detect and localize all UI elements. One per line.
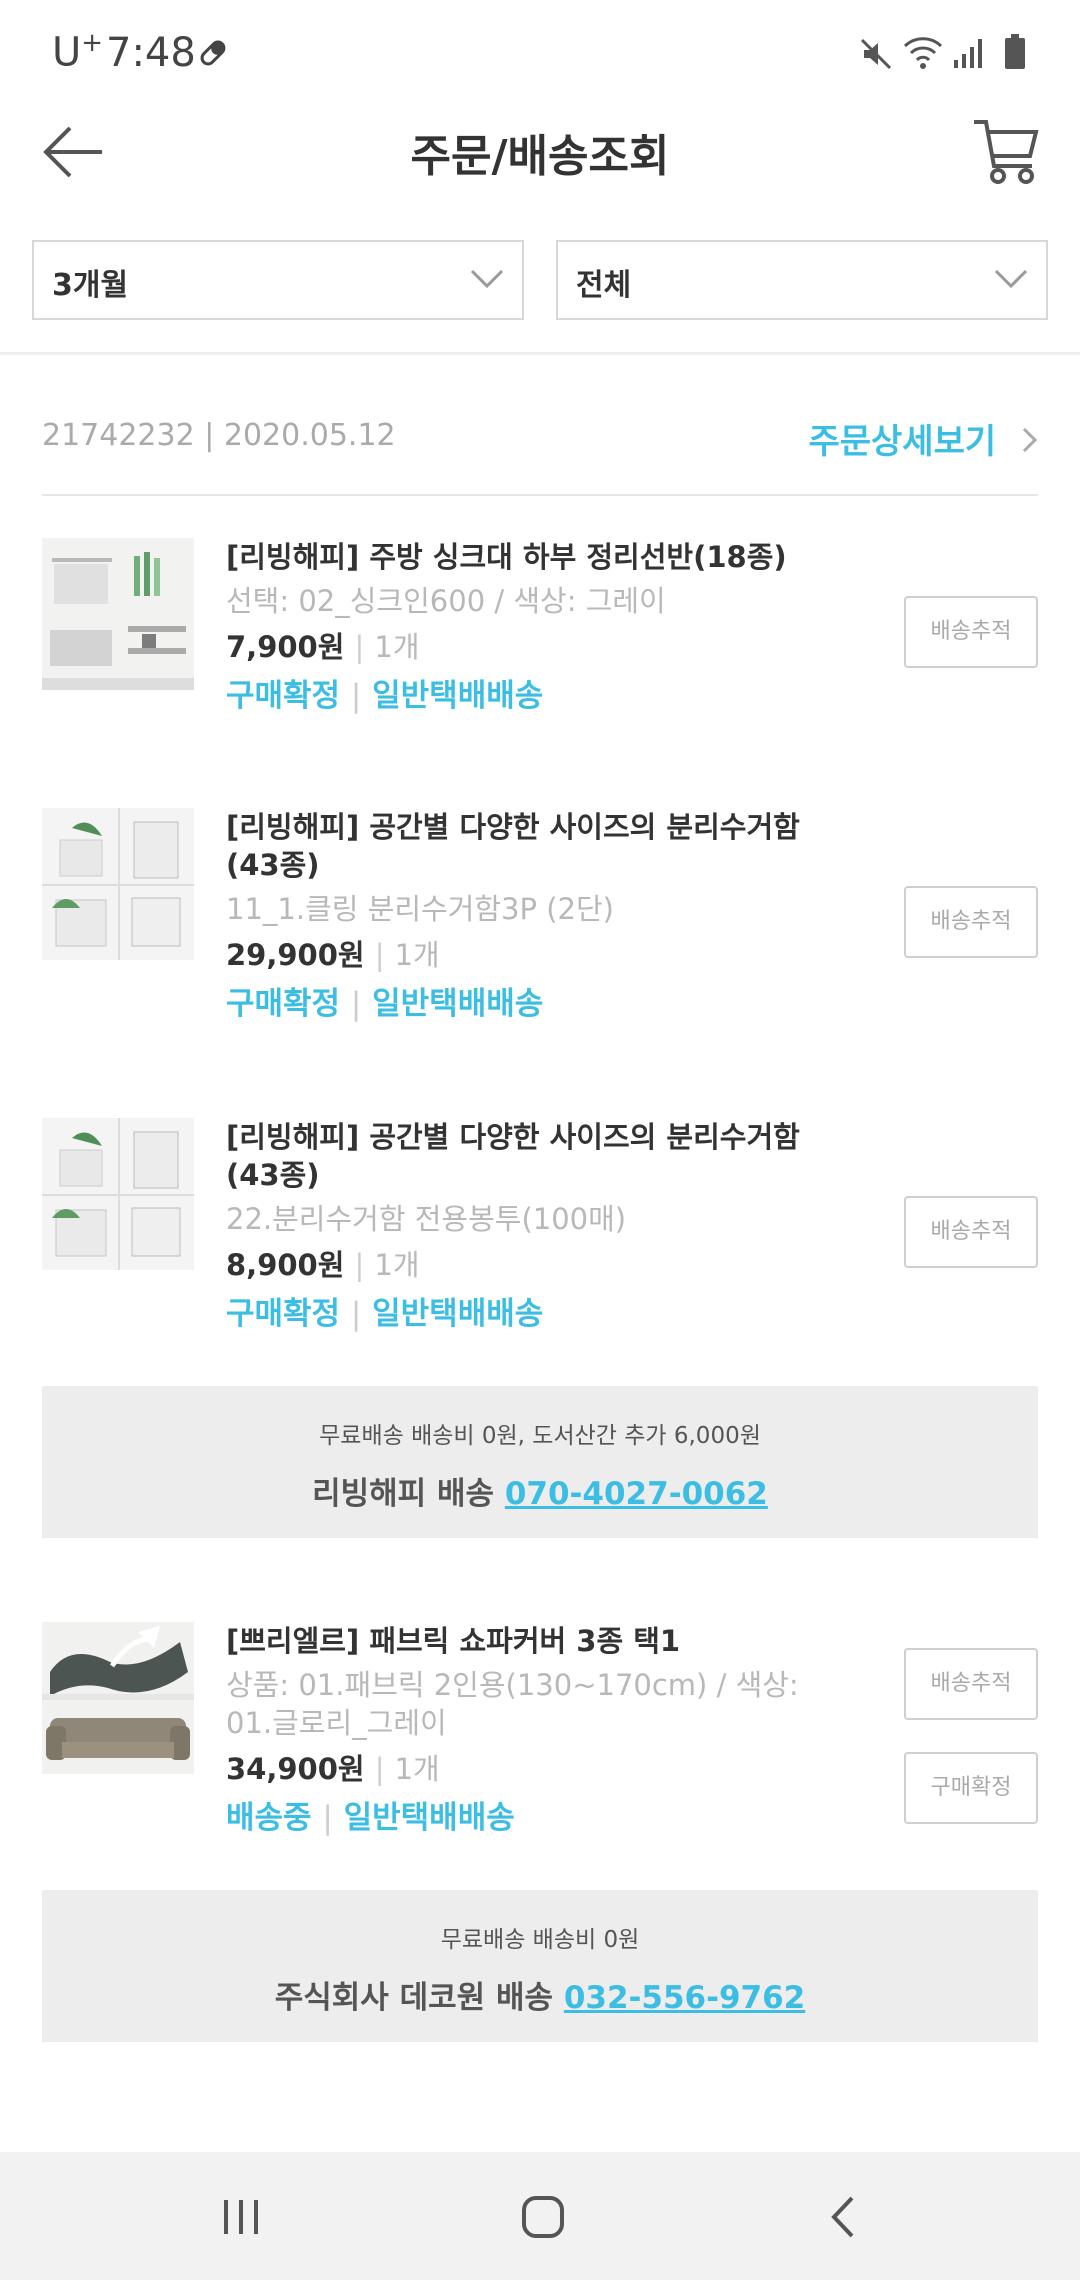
order-detail-label: 주문상세보기 <box>808 422 997 462</box>
product-option: 22.분리수거함 전용봉투(100매) <box>226 1202 627 1236</box>
type-select[interactable]: 전체 <box>556 240 1048 320</box>
product-price-row: 29,900원 | 1개 <box>226 938 440 972</box>
product-name-line: [리빙해피] 공간별 다양한 사이즈의 분리수거함 <box>226 810 800 844</box>
seller-shipping-info: 무료배송 배송비 0원, 도서산간 추가 6,000원 리빙해피 배송 070-… <box>42 1386 1038 1538</box>
list-item: [쁘리엘르] 패브릭 쇼파커버 3종 택1 상품: 01.패브릭 2인용(130… <box>42 1622 1038 1852</box>
confirm-purchase-button[interactable]: 구매확정 <box>904 1752 1038 1824</box>
order-status: 구매확정 <box>226 1296 341 1332</box>
back-icon[interactable] <box>826 2194 860 2244</box>
system-nav-bar <box>0 2152 1080 2280</box>
shipping-method: 일반택배배송 <box>343 1800 515 1836</box>
list-item: [리빙해피] 공간별 다양한 사이즈의 분리수거함 (43종) 11_1.클링 분… <box>42 808 1038 1038</box>
item-info: [리빙해피] 주방 싱크대 하부 정리선반(18종) 선택: 02_싱크인600… <box>226 538 866 716</box>
product-price: 34,900원 <box>226 1752 365 1786</box>
list-item: [리빙해피] 공간별 다양한 사이즈의 분리수거함 (43종) 22.분리수거함 … <box>42 1118 1038 1348</box>
type-select-value: 전체 <box>576 268 632 303</box>
track-delivery-button[interactable]: 배송추적 <box>904 1648 1038 1720</box>
status-row: 구매확정 | 일반택배배송 <box>226 1296 544 1332</box>
product-name[interactable]: [리빙해피] 공간별 다양한 사이즈의 분리수거함 (43종) <box>226 808 866 884</box>
order-divider <box>42 494 1038 496</box>
product-option-line: 01.글로리_그레이 <box>226 1706 447 1740</box>
wifi-icon <box>902 34 944 74</box>
shipping-method: 일반택배배송 <box>372 1296 544 1332</box>
product-thumbnail[interactable] <box>42 1118 194 1270</box>
track-delivery-button[interactable]: 배송추적 <box>904 1196 1038 1268</box>
track-delivery-button[interactable]: 배송추적 <box>904 596 1038 668</box>
product-price: 29,900원 <box>226 938 365 972</box>
clock: 7:48 <box>106 30 196 76</box>
product-price: 8,900원 <box>226 1248 345 1282</box>
shipping-method: 일반택배배송 <box>372 986 544 1022</box>
pill-icon <box>196 36 230 74</box>
chevron-right-icon <box>1022 427 1038 453</box>
recent-apps-icon[interactable] <box>220 2196 262 2242</box>
product-thumbnail[interactable] <box>42 538 194 690</box>
product-name-line: (43종) <box>226 848 320 882</box>
product-name-line: (43종) <box>226 1158 320 1192</box>
seller-shipping-info: 무료배송 배송비 0원 주식회사 데코원 배송 032-556-9762 <box>42 1890 1038 2042</box>
product-option: 선택: 02_싱크인600 / 색상: 그레이 <box>226 584 666 618</box>
home-icon[interactable] <box>520 2194 566 2244</box>
seller-contact: 리빙해피 배송 070-4027-0062 <box>42 1468 1038 1513</box>
seller-name: 리빙해피 배송 <box>312 1476 495 1512</box>
status-bar: U+ 7:48 <box>0 0 1080 108</box>
product-option: 상품: 01.패브릭 2인용(130~170cm) / 색상: 01.글로리_그레… <box>226 1666 866 1742</box>
item-info: [리빙해피] 공간별 다양한 사이즈의 분리수거함 (43종) 22.분리수거함 … <box>226 1118 866 1334</box>
product-thumbnail[interactable] <box>42 1622 194 1774</box>
signal-icon <box>952 36 988 74</box>
product-option-line: 상품: 01.패브릭 2인용(130~170cm) / 색상: <box>226 1668 799 1702</box>
product-quantity: 1개 <box>394 938 440 972</box>
seller-phone-link[interactable]: 070-4027-0062 <box>505 1476 768 1512</box>
order-status: 구매확정 <box>226 986 341 1022</box>
product-quantity: 1개 <box>394 1752 440 1786</box>
product-name[interactable]: [쁘리엘르] 패브릭 쇼파커버 3종 택1 <box>226 1622 866 1660</box>
item-info: [리빙해피] 공간별 다양한 사이즈의 분리수거함 (43종) 11_1.클링 분… <box>226 808 866 1024</box>
status-row: 배송중 | 일반택배배송 <box>226 1800 515 1836</box>
shipping-method: 일반택배배송 <box>372 678 544 714</box>
battery-icon <box>1004 34 1026 74</box>
chevron-down-icon <box>470 269 504 289</box>
chevron-down-icon <box>994 269 1028 289</box>
item-info: [쁘리엘르] 패브릭 쇼파커버 3종 택1 상품: 01.패브릭 2인용(130… <box>226 1622 866 1838</box>
order-status: 배송중 <box>226 1800 312 1836</box>
period-select[interactable]: 3개월 <box>32 240 524 320</box>
product-quantity: 1개 <box>374 630 420 664</box>
carrier-label: U+ <box>52 28 104 76</box>
product-price: 7,900원 <box>226 630 345 664</box>
track-delivery-button[interactable]: 배송추적 <box>904 886 1038 958</box>
product-option: 11_1.클링 분리수거함3P (2단) <box>226 892 614 926</box>
order-number-date: 21742232 | 2020.05.12 <box>42 418 396 453</box>
product-quantity: 1개 <box>374 1248 420 1282</box>
period-select-value: 3개월 <box>52 268 129 303</box>
product-name[interactable]: [리빙해피] 주방 싱크대 하부 정리선반(18종) <box>226 538 866 576</box>
status-row: 구매확정 | 일반택배배송 <box>226 678 544 714</box>
page-title: 주문/배송조회 <box>410 131 670 182</box>
product-name-line: [리빙해피] 공간별 다양한 사이즈의 분리수거함 <box>226 1120 800 1154</box>
section-divider <box>0 352 1080 355</box>
shipping-fee-text: 무료배송 배송비 0원 <box>440 1927 640 1953</box>
seller-contact: 주식회사 데코원 배송 032-556-9762 <box>42 1972 1038 2017</box>
seller-name: 주식회사 데코원 배송 <box>274 1980 554 2016</box>
seller-phone-link[interactable]: 032-556-9762 <box>564 1980 805 2016</box>
order-detail-link[interactable]: 주문상세보기 <box>808 414 1040 463</box>
product-price-row: 34,900원 | 1개 <box>226 1752 440 1786</box>
product-price-row: 8,900원 | 1개 <box>226 1248 420 1282</box>
order-status: 구매확정 <box>226 678 341 714</box>
list-item: [리빙해피] 주방 싱크대 하부 정리선반(18종) 선택: 02_싱크인600… <box>42 538 1038 728</box>
status-row: 구매확정 | 일반택배배송 <box>226 986 544 1022</box>
product-name[interactable]: [리빙해피] 공간별 다양한 사이즈의 분리수거함 (43종) <box>226 1118 866 1194</box>
product-thumbnail[interactable] <box>42 808 194 960</box>
product-price-row: 7,900원 | 1개 <box>226 630 420 664</box>
shipping-fee-text: 무료배송 배송비 0원, 도서산간 추가 6,000원 <box>319 1423 761 1449</box>
cart-icon[interactable] <box>972 116 1040 192</box>
mute-icon <box>858 36 894 76</box>
